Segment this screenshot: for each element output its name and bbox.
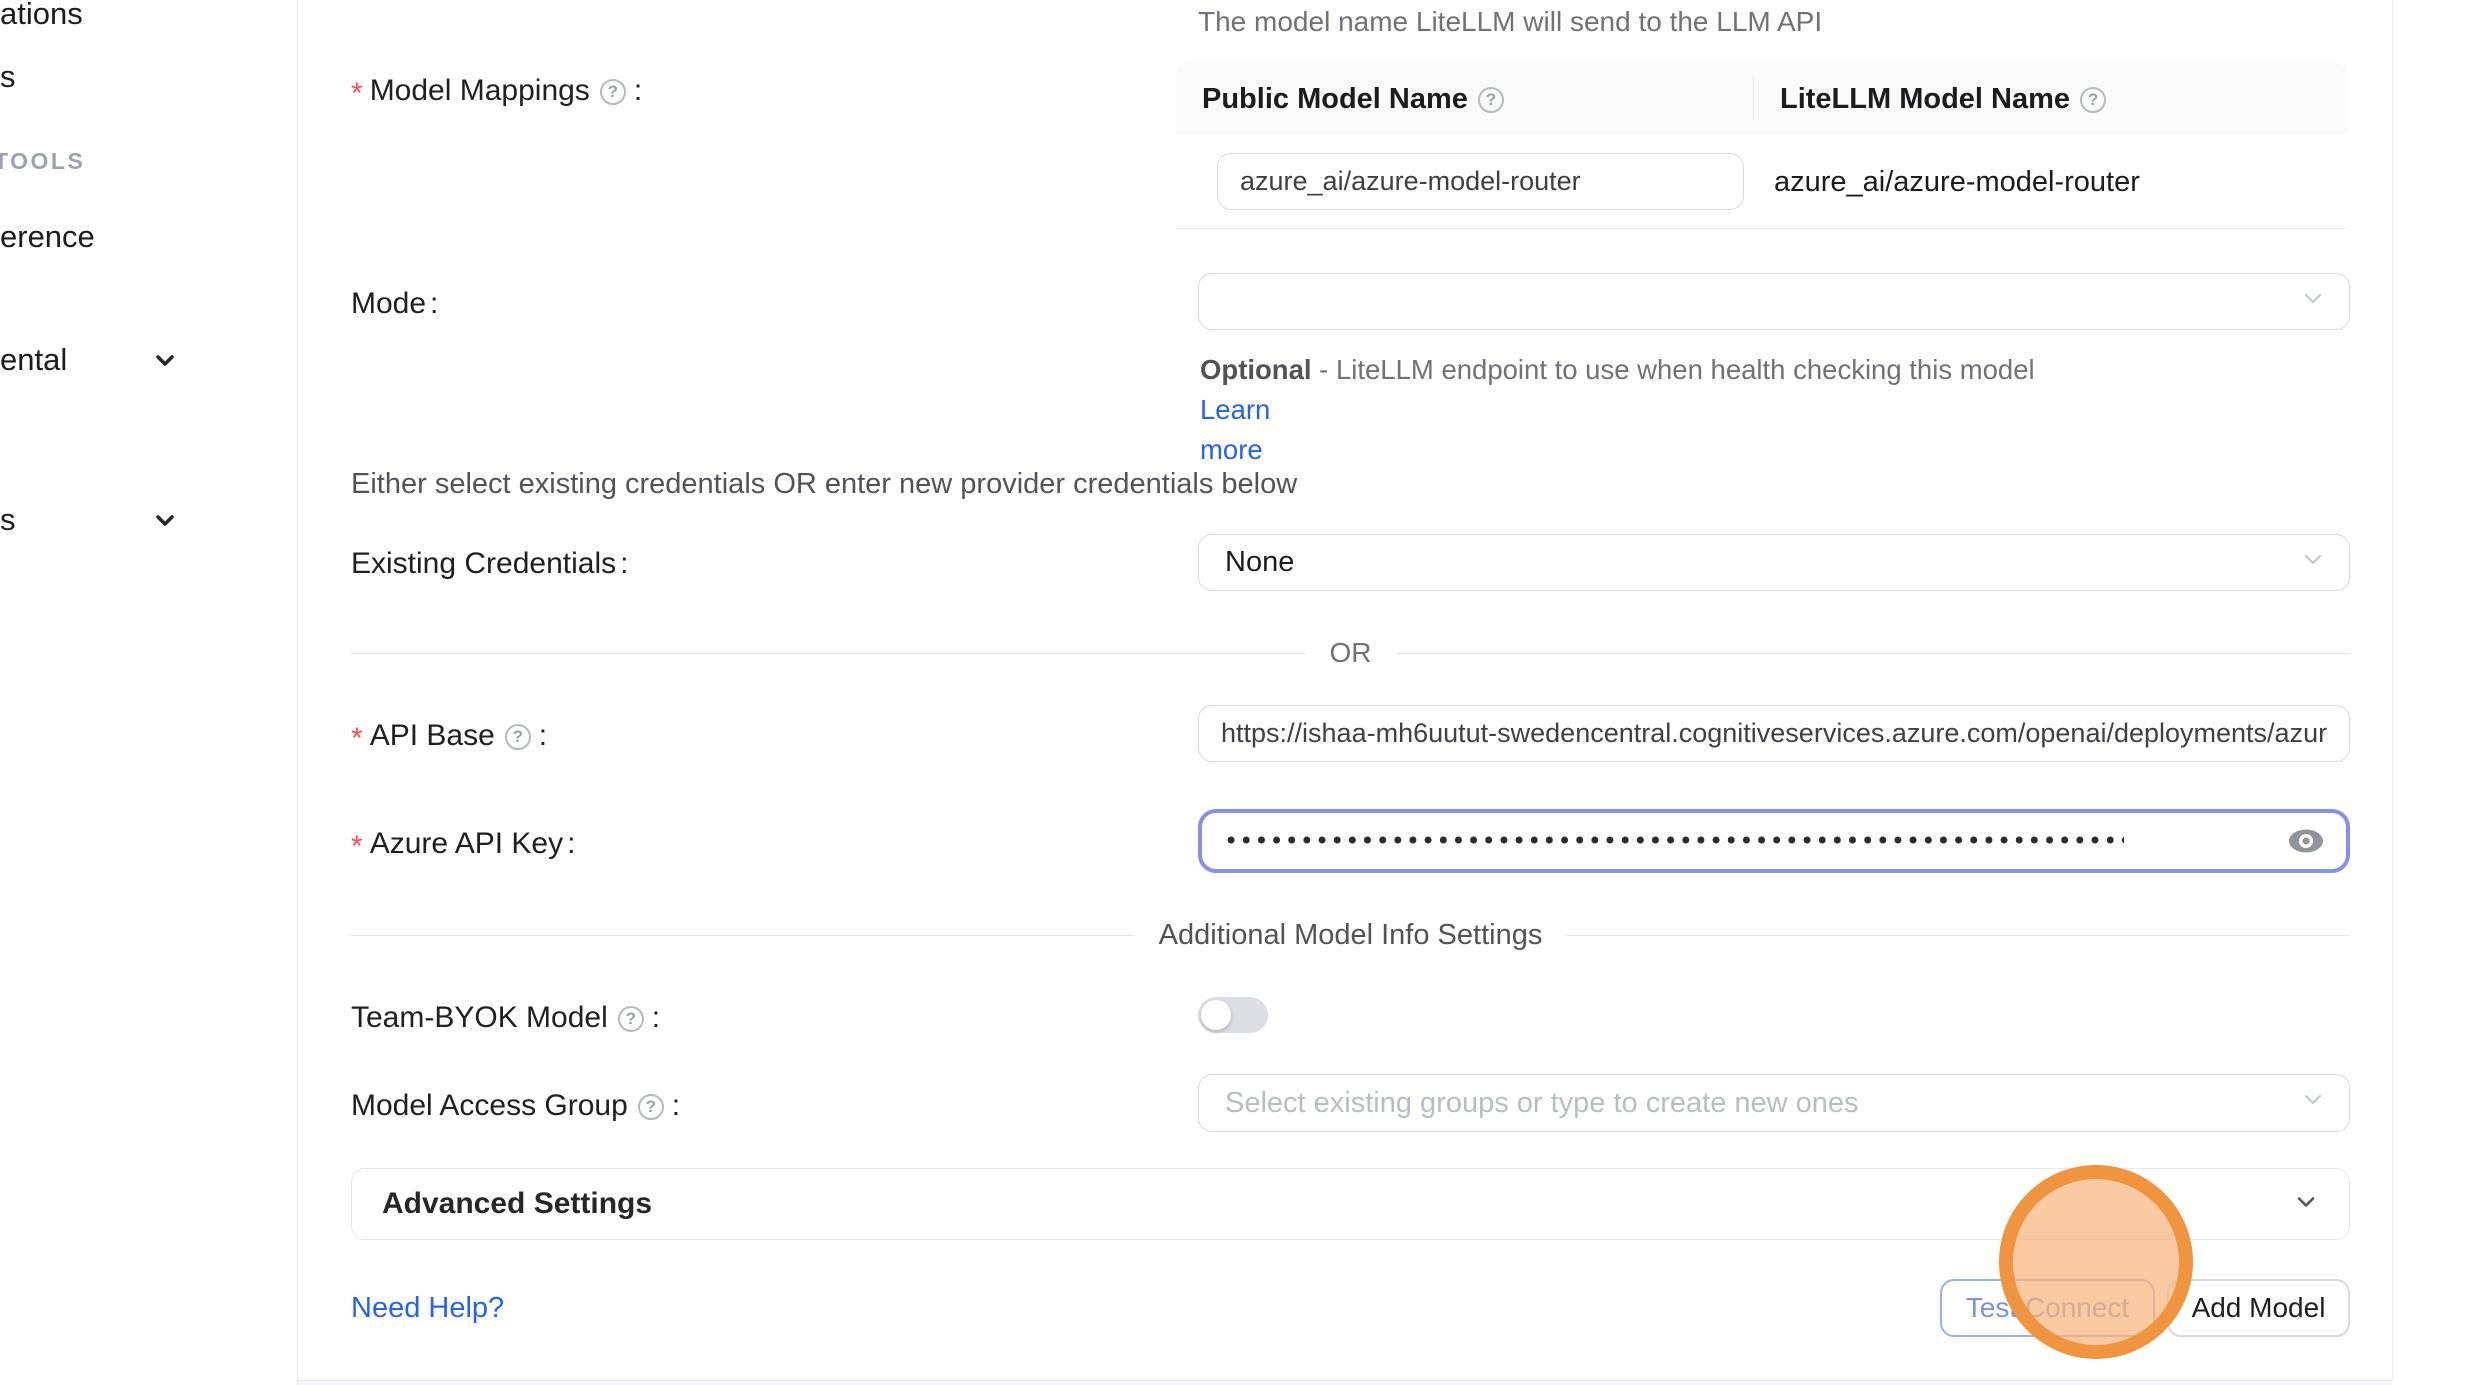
table-header: Public Model Name ? LiteLLM Model Name ? <box>1176 63 2348 135</box>
model-name-hint: The model name LiteLLM will send to the … <box>1198 6 1822 38</box>
learn-more-link[interactable]: more <box>1200 434 1263 465</box>
azure-api-key-label: * Azure API Key : <box>351 827 575 861</box>
chevron-down-icon <box>2291 1187 2321 1222</box>
help-icon[interactable]: ? <box>618 1006 644 1032</box>
help-icon[interactable]: ? <box>2080 87 2106 113</box>
advanced-settings-panel[interactable]: Advanced Settings <box>351 1168 2350 1240</box>
learn-more-link[interactable]: Learn <box>1200 394 1270 425</box>
sidebar-item-models[interactable]: s <box>0 57 16 97</box>
eye-icon[interactable] <box>2286 826 2326 856</box>
note-line-1: Optional - LiteLLM endpoint to use when … <box>1200 350 2080 430</box>
credentials-note: Either select existing credentials OR en… <box>351 468 1297 501</box>
chevron-down-icon[interactable] <box>150 505 180 535</box>
add-model-form: The model name LiteLLM will send to the … <box>298 0 2392 1385</box>
chevron-down-icon <box>2299 545 2327 581</box>
mode-optional-note: Optional - LiteLLM endpoint to use when … <box>1200 350 2080 470</box>
need-help-link[interactable]: Need Help? <box>351 1292 504 1325</box>
team-byok-label: Team-BYOK Model ? : <box>351 1001 660 1035</box>
existing-credentials-label: Existing Credentials : <box>351 547 628 581</box>
chevron-down-icon[interactable] <box>150 345 180 375</box>
api-base-label: * API Base ? : <box>351 719 547 753</box>
add-model-page: ations s TOOLS erence ental s The model … <box>0 0 2477 1385</box>
azure-api-key-input[interactable]: ••••••••••••••••••••••••••••••••••••••••… <box>1198 809 2350 873</box>
selected-value: None <box>1225 546 1294 579</box>
model-access-group-select[interactable]: Select existing groups or type to create… <box>1198 1074 2350 1132</box>
table-row: azure_ai/azure-model-router <box>1176 135 2348 229</box>
sidebar-item-reference[interactable]: erence <box>0 217 95 257</box>
mode-select[interactable] <box>1198 273 2350 330</box>
model-mappings-label: * Model Mappings ? : <box>351 74 642 108</box>
divider-line <box>1566 935 2350 936</box>
divider-line <box>351 653 1306 654</box>
sidebar-section-label: TOOLS <box>0 148 85 174</box>
sidebar: ations s TOOLS erence ental s <box>0 0 298 1385</box>
public-model-name-input[interactable] <box>1217 153 1744 210</box>
divider-line <box>351 935 1135 936</box>
sidebar-section-tools: TOOLS <box>0 148 85 175</box>
required-marker: * <box>351 77 363 111</box>
additional-settings-divider: Additional Model Info Settings <box>351 919 2350 952</box>
sidebar-item-label: erence <box>0 219 95 255</box>
masked-password-value: ••••••••••••••••••••••••••••••••••••••••… <box>1224 827 2124 855</box>
help-icon[interactable]: ? <box>1478 87 1504 113</box>
required-marker: * <box>351 830 363 864</box>
existing-credentials-select[interactable]: None <box>1198 534 2350 591</box>
sidebar-item-label: s <box>0 59 16 95</box>
api-base-input[interactable] <box>1198 705 2350 762</box>
test-connect-button[interactable]: Test Connect <box>1940 1279 2155 1337</box>
divider-line <box>1396 653 2351 654</box>
chevron-down-icon <box>2299 1085 2327 1121</box>
required-marker: * <box>351 722 363 756</box>
column-header-public-model-name: Public Model Name ? <box>1176 83 1753 116</box>
or-divider: OR <box>351 637 2350 669</box>
sidebar-item-label: ental <box>0 342 67 378</box>
team-byok-toggle[interactable] <box>1198 997 1268 1033</box>
select-placeholder: Select existing groups or type to create… <box>1225 1087 1859 1120</box>
sidebar-item-organizations[interactable]: ations <box>0 0 83 34</box>
column-header-litellm-model-name: LiteLLM Model Name ? <box>1753 77 2110 121</box>
toggle-knob <box>1201 1000 1231 1030</box>
model-access-group-label: Model Access Group ? : <box>351 1089 680 1123</box>
add-model-button[interactable]: Add Model <box>2167 1279 2350 1337</box>
litellm-model-name-value: azure_ai/azure-model-router <box>1774 135 2140 229</box>
model-mappings-table: Public Model Name ? LiteLLM Model Name ?… <box>1176 63 2348 229</box>
note-line-2: more <box>1200 430 2080 470</box>
sidebar-item-experimental[interactable]: ental <box>0 340 67 380</box>
mode-label: Mode : <box>351 287 438 321</box>
advanced-settings-label: Advanced Settings <box>382 1187 652 1221</box>
sidebar-item-label: ations <box>0 0 83 32</box>
sidebar-item-settings[interactable]: s <box>0 500 16 540</box>
chevron-down-icon <box>2299 284 2327 320</box>
sidebar-item-label: s <box>0 502 16 538</box>
page-right-divider <box>2392 0 2393 1380</box>
help-icon[interactable]: ? <box>505 724 531 750</box>
help-icon[interactable]: ? <box>600 79 626 105</box>
page-background-strip <box>298 1381 2392 1385</box>
help-icon[interactable]: ? <box>638 1094 664 1120</box>
